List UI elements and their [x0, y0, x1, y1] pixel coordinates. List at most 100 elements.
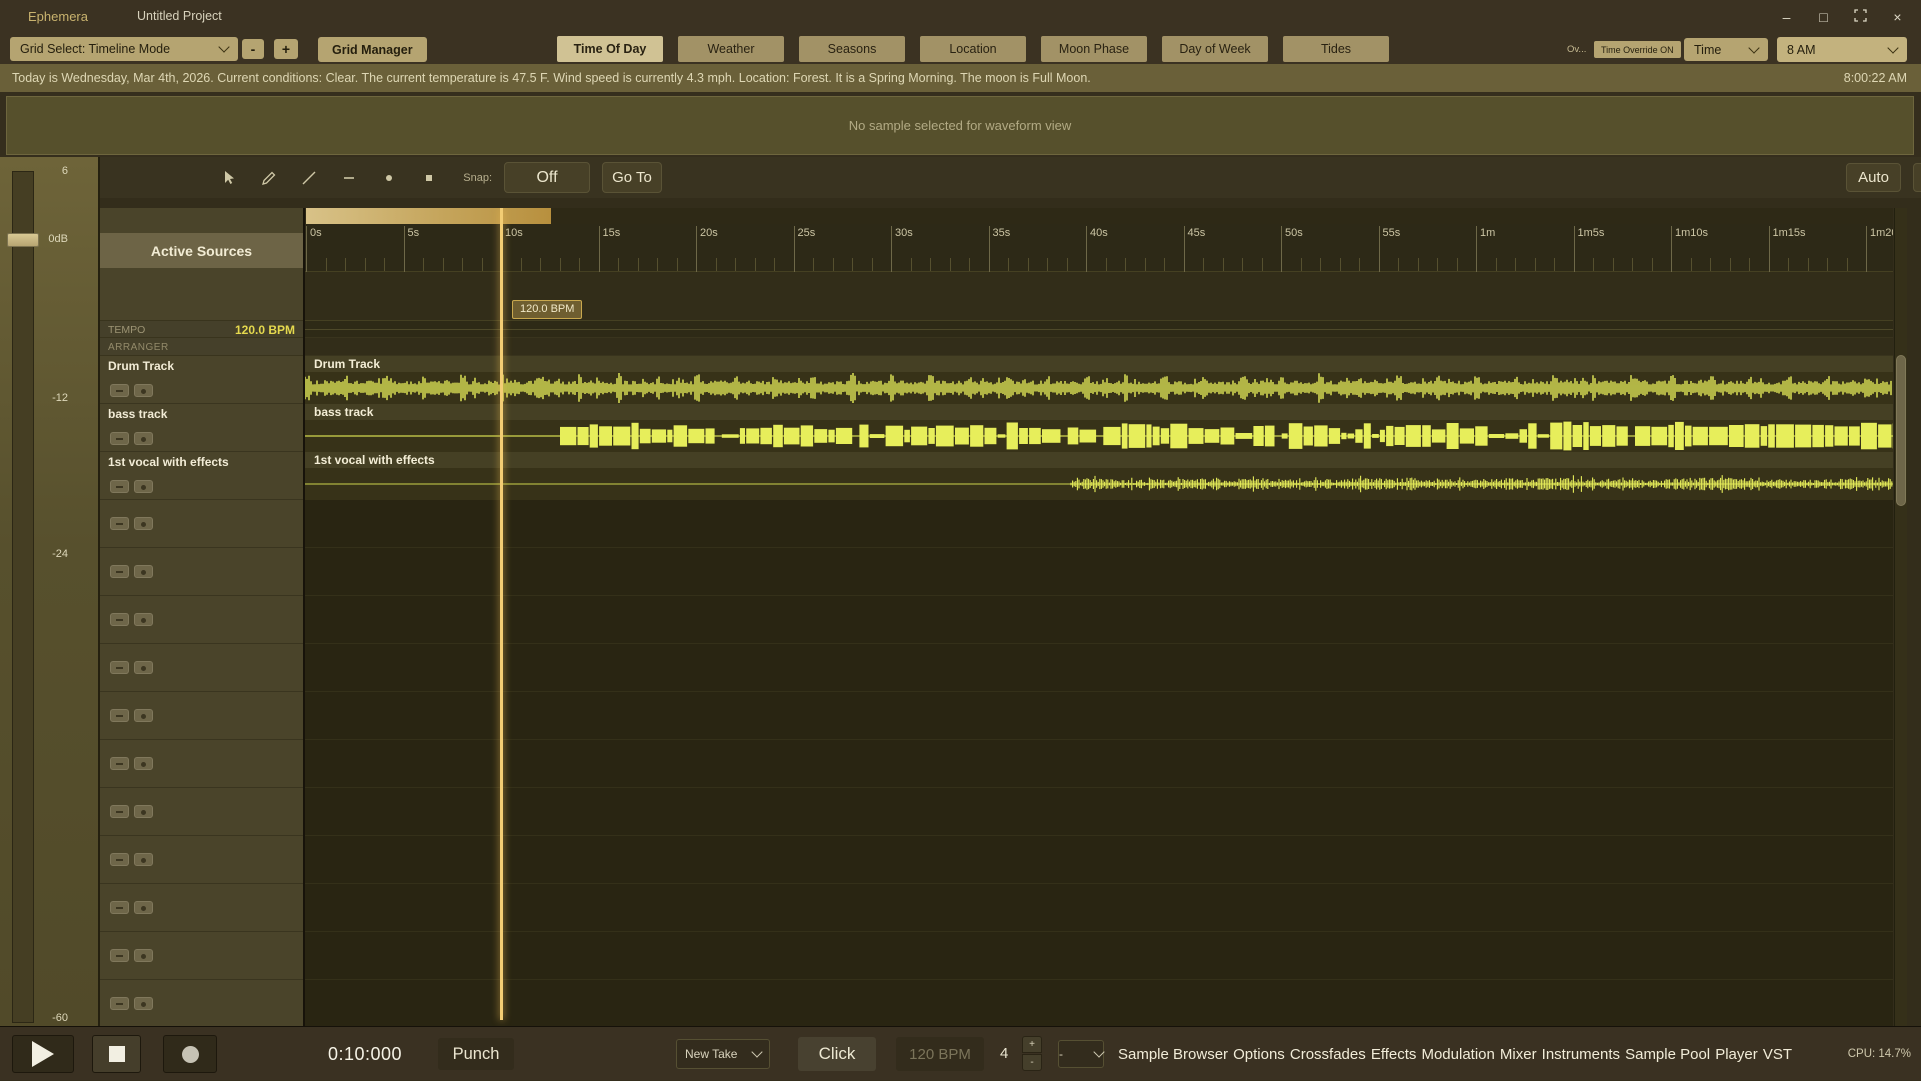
record-arm-button[interactable] — [134, 565, 153, 578]
click-button[interactable]: Click — [798, 1037, 876, 1071]
vertical-scrollbar[interactable] — [1894, 208, 1907, 1026]
scrollbar-thumb[interactable] — [1896, 355, 1906, 506]
stop-button[interactable] — [92, 1035, 141, 1073]
tab-seasons[interactable]: Seasons — [799, 36, 905, 62]
fullscreen-button[interactable] — [1847, 4, 1874, 29]
menu-sample-browser[interactable]: Sample Browser — [1118, 1046, 1228, 1063]
time-value-dropdown[interactable]: 8 AM — [1777, 37, 1907, 62]
dot-tool-icon[interactable] — [374, 163, 404, 193]
tab-time-of-day[interactable]: Time Of Day — [557, 36, 663, 62]
stepper-up-button[interactable]: + — [1022, 1036, 1042, 1053]
tab-moon-phase[interactable]: Moon Phase — [1041, 36, 1147, 62]
track-lane-bass-track: bass track — [305, 404, 1893, 452]
subdivision-dropdown[interactable]: - — [1058, 1040, 1104, 1068]
arranger-lane — [305, 338, 1893, 356]
mute-button[interactable] — [110, 565, 129, 578]
pointer-tool-icon[interactable] — [214, 163, 244, 193]
mute-button[interactable] — [110, 480, 129, 493]
ruler-minor-tick — [482, 258, 483, 271]
playhead[interactable] — [500, 208, 503, 1020]
clip-header[interactable]: bass track — [305, 404, 1893, 420]
grid-manager-button[interactable]: Grid Manager — [318, 37, 427, 62]
toolbar: Grid Select: Timeline Mode - + Grid Mana… — [0, 33, 1921, 64]
record-arm-button[interactable] — [134, 997, 153, 1010]
mute-button[interactable] — [110, 997, 129, 1010]
tab-tides[interactable]: Tides — [1283, 36, 1389, 62]
loop-region[interactable] — [306, 208, 551, 224]
play-button[interactable] — [12, 1035, 74, 1073]
record-arm-button[interactable] — [134, 949, 153, 962]
tempo-marker[interactable]: 120.0 BPM — [512, 300, 582, 319]
track-name: Drum Track — [108, 359, 174, 373]
record-arm-button[interactable] — [134, 805, 153, 818]
square-tool-icon[interactable] — [414, 163, 444, 193]
mute-button[interactable] — [110, 901, 129, 914]
menu-crossfades[interactable]: Crossfades — [1290, 1046, 1366, 1063]
pencil-tool-icon[interactable] — [254, 163, 284, 193]
line-tool-icon[interactable] — [294, 163, 324, 193]
record-arm-button[interactable] — [134, 432, 153, 445]
loop-strip[interactable] — [305, 208, 1893, 224]
menu-player[interactable]: Player — [1715, 1046, 1758, 1063]
stepper-down-button[interactable]: - — [1022, 1054, 1042, 1071]
mute-button[interactable] — [110, 805, 129, 818]
ruler-minor-tick — [384, 258, 385, 271]
record-arm-button[interactable] — [134, 661, 153, 674]
mute-button[interactable] — [110, 709, 129, 722]
dash-tool-icon[interactable] — [334, 163, 364, 193]
clip-waveform[interactable] — [305, 372, 1893, 404]
maximize-icon: □ — [1819, 9, 1827, 25]
record-arm-button[interactable] — [134, 901, 153, 914]
record-button[interactable] — [163, 1035, 217, 1073]
menu-modulation[interactable]: Modulation — [1421, 1046, 1494, 1063]
record-arm-button[interactable] — [134, 613, 153, 626]
timeline-ruler[interactable]: 0s5s10s15s20s25s30s35s40s45s50s55s1m1m5s… — [305, 224, 1893, 272]
clip-waveform[interactable] — [305, 420, 1893, 452]
mute-button[interactable] — [110, 757, 129, 770]
menu-instruments[interactable]: Instruments — [1542, 1046, 1620, 1063]
record-arm-button[interactable] — [134, 480, 153, 493]
menu-options[interactable]: Options — [1233, 1046, 1285, 1063]
clip-header[interactable]: Drum Track — [305, 356, 1893, 372]
menu-vst[interactable]: VST — [1763, 1046, 1792, 1063]
record-arm-button[interactable] — [134, 517, 153, 530]
zoom-in-button[interactable]: + — [274, 39, 298, 59]
auto-button[interactable]: Auto — [1846, 163, 1901, 192]
mute-button[interactable] — [110, 613, 129, 626]
grid-select-dropdown[interactable]: Grid Select: Timeline Mode — [10, 37, 238, 61]
go-to-button[interactable]: Go To — [602, 162, 662, 193]
menu-effects[interactable]: Effects — [1371, 1046, 1417, 1063]
mute-button[interactable] — [110, 432, 129, 445]
close-button[interactable]: × — [1884, 4, 1911, 29]
mute-button[interactable] — [110, 517, 129, 530]
zoom-out-button[interactable]: - — [242, 39, 264, 59]
tab-weather[interactable]: Weather — [678, 36, 784, 62]
ruler-minor-tick — [735, 258, 736, 271]
maximize-button[interactable]: □ — [1810, 4, 1837, 29]
timeline: 0s5s10s15s20s25s30s35s40s45s50s55s1m1m5s… — [305, 208, 1893, 1026]
record-arm-button[interactable] — [134, 757, 153, 770]
record-arm-button[interactable] — [134, 384, 153, 397]
ruler-tick-label: 0s — [310, 227, 322, 239]
menu-sample-pool[interactable]: Sample Pool — [1625, 1046, 1710, 1063]
ruler-tick — [1866, 226, 1867, 272]
punch-button[interactable]: Punch — [438, 1038, 514, 1070]
more-button[interactable]: ... — [1913, 163, 1921, 192]
new-take-dropdown[interactable]: New Take — [676, 1039, 770, 1069]
menu-mixer[interactable]: Mixer — [1500, 1046, 1537, 1063]
time-override-button[interactable]: Time Override ON — [1594, 41, 1681, 58]
snap-off-button[interactable]: Off — [504, 162, 590, 193]
record-arm-button[interactable] — [134, 853, 153, 866]
minimize-button[interactable]: – — [1773, 4, 1800, 29]
tab-location[interactable]: Location — [920, 36, 1026, 62]
chevron-down-icon — [1887, 42, 1898, 53]
mute-button[interactable] — [110, 853, 129, 866]
tab-day-of-week[interactable]: Day of Week — [1162, 36, 1268, 62]
mute-button[interactable] — [110, 949, 129, 962]
clip-waveform[interactable] — [305, 468, 1893, 500]
clip-header[interactable]: 1st vocal with effects — [305, 452, 1893, 468]
mute-button[interactable] — [110, 384, 129, 397]
time-mode-dropdown[interactable]: Time — [1684, 38, 1768, 61]
record-arm-button[interactable] — [134, 709, 153, 722]
mute-button[interactable] — [110, 661, 129, 674]
